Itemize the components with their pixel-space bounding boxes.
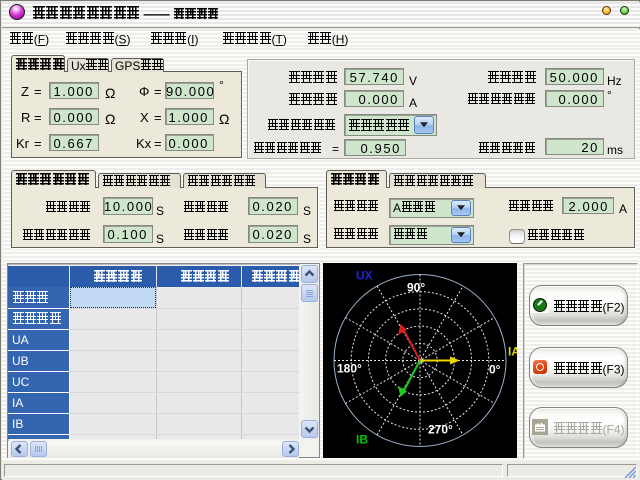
svg-text:IA: IA <box>508 345 517 359</box>
svg-text:IB: IB <box>356 433 368 447</box>
svg-text:180°: 180° <box>337 362 362 376</box>
svg-text:90°: 90° <box>407 281 425 295</box>
svg-text:UX: UX <box>356 269 373 283</box>
svg-text:0°: 0° <box>489 363 501 377</box>
svg-text:270°: 270° <box>428 423 453 437</box>
